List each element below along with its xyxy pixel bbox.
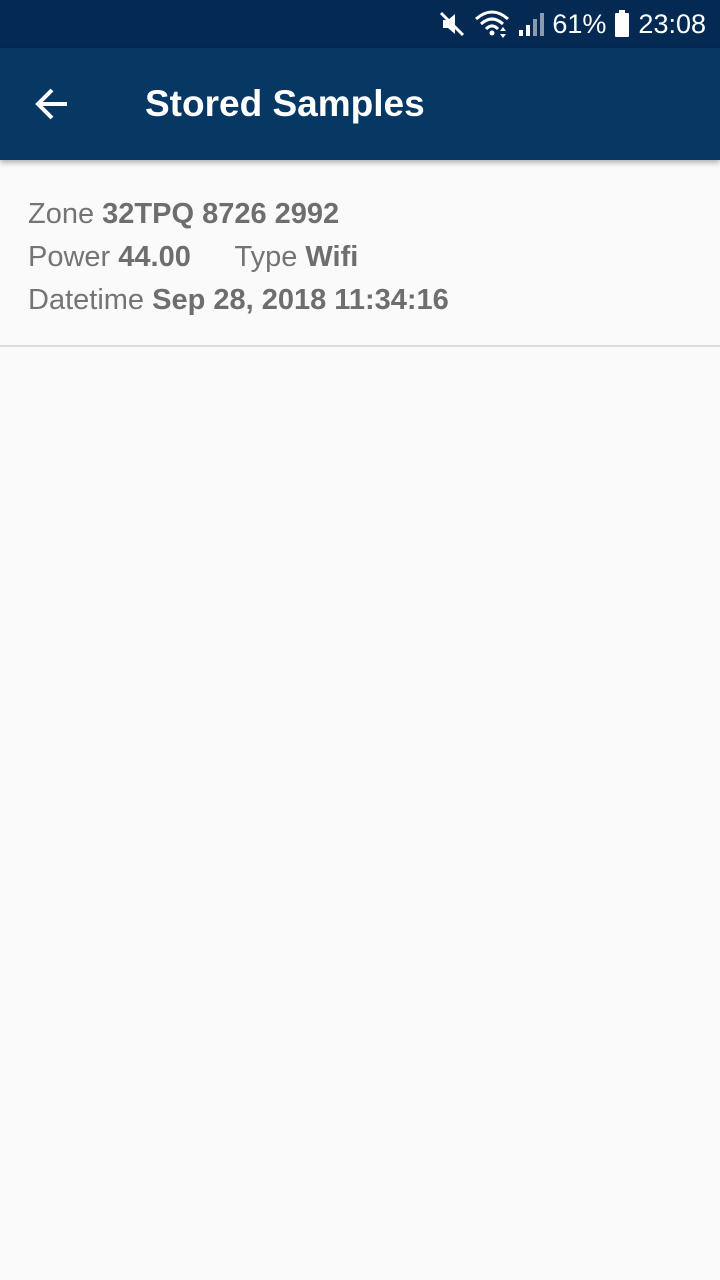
- arrow-left-icon: [35, 88, 67, 120]
- wifi-icon: [474, 9, 510, 39]
- power-type-row: Power 44.00 Type Wifi: [28, 236, 692, 279]
- zone-label: Zone: [28, 198, 95, 230]
- power-label: Power: [28, 241, 111, 273]
- signal-icon: [518, 11, 545, 37]
- app-bar: Stored Samples: [0, 48, 720, 160]
- clock: 23:08: [638, 8, 706, 39]
- type-label: Type: [234, 241, 298, 273]
- back-button[interactable]: [20, 72, 84, 136]
- zone-row: Zone 32TPQ 8726 2992: [28, 193, 692, 236]
- page-title: Stored Samples: [145, 83, 425, 124]
- samples-list: Zone 32TPQ 8726 2992 Power 44.00 Type Wi…: [0, 160, 720, 347]
- power-value: 44.00: [118, 241, 191, 273]
- status-bar: 61% 23:08: [0, 0, 720, 48]
- battery-percent: 61%: [552, 8, 607, 39]
- datetime-value: Sep 28, 2018 11:34:16: [152, 284, 449, 316]
- list-item[interactable]: Zone 32TPQ 8726 2992 Power 44.00 Type Wi…: [0, 160, 720, 347]
- mute-icon: [438, 10, 466, 38]
- battery-icon: [614, 10, 630, 38]
- zone-value: 32TPQ 8726 2992: [102, 198, 340, 230]
- datetime-label: Datetime: [28, 284, 145, 316]
- type-value: Wifi: [305, 241, 359, 273]
- datetime-row: Datetime Sep 28, 2018 11:34:16: [28, 279, 692, 322]
